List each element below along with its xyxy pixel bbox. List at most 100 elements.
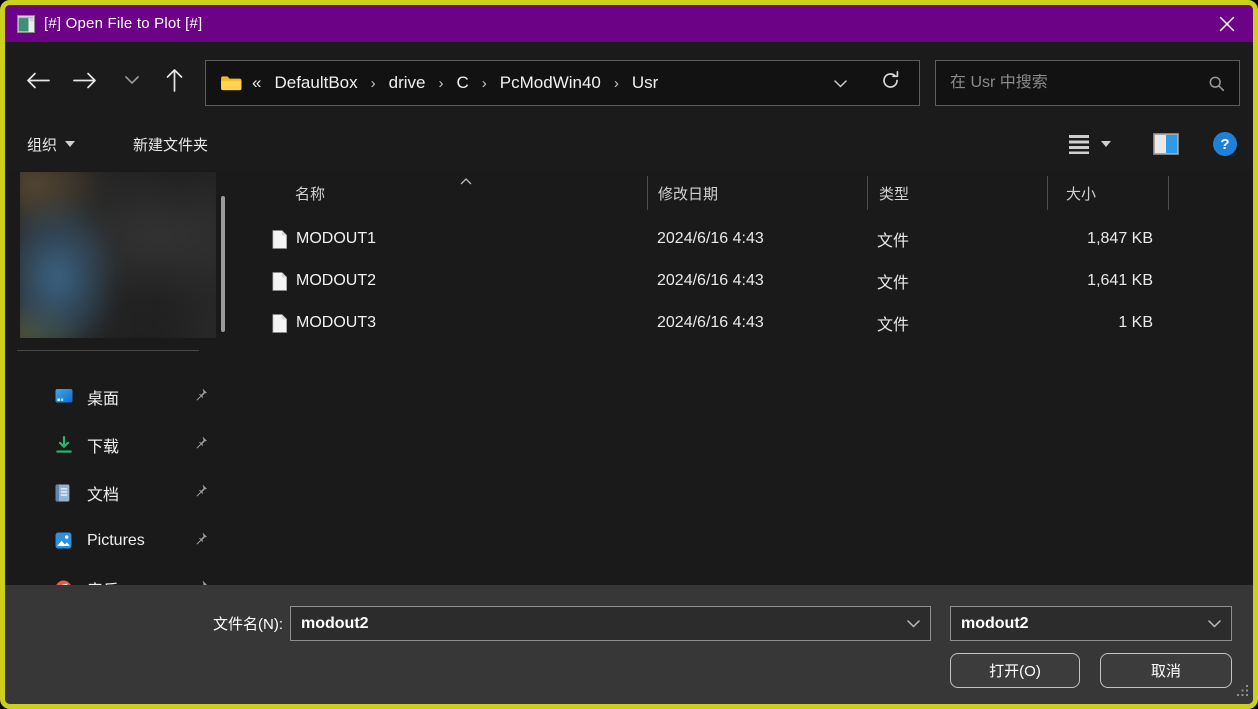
refresh-icon[interactable] xyxy=(880,70,901,96)
preview-thumbnail xyxy=(20,172,216,338)
column-header-size[interactable]: 大小 xyxy=(1048,170,1168,216)
help-glyph: ? xyxy=(1220,136,1229,153)
sidebar-item-label: 文档 xyxy=(87,481,238,505)
breadcrumb: « DefaultBox › drive › C › PcModWin40 › … xyxy=(252,71,905,95)
file-date: 2024/6/16 4:43 xyxy=(647,230,866,248)
file-list: 名称 修改日期 类型 大小 xyxy=(238,170,1253,585)
file-icon xyxy=(272,314,287,333)
file-date: 2024/6/16 4:43 xyxy=(647,272,866,290)
command-bar: 组织 新建文件夹 ? xyxy=(5,118,1253,170)
sidebar: 桌面 下载 xyxy=(5,170,238,585)
pin-icon[interactable] xyxy=(194,532,208,551)
breadcrumb-separator: › xyxy=(480,75,489,92)
folder-icon xyxy=(220,74,242,92)
sidebar-item-label: 音乐 xyxy=(87,577,238,585)
column-header-label: 类型 xyxy=(879,183,909,204)
preview-pane-icon xyxy=(1153,133,1179,155)
file-row-modout3[interactable]: MODOUT3 2024/6/16 4:43 文件 1 KB xyxy=(238,302,1253,344)
cancel-button-label: 取消 xyxy=(1151,660,1181,681)
breadcrumb-item-pcmodwin40[interactable]: PcModWin40 xyxy=(493,71,608,95)
navigation-bar: « DefaultBox › drive › C › PcModWin40 › … xyxy=(5,42,1253,118)
breadcrumb-item-drive[interactable]: drive xyxy=(382,71,433,95)
breadcrumb-separator: › xyxy=(612,75,621,92)
sidebar-item-pictures[interactable]: Pictures xyxy=(5,517,238,565)
file-size: 1 KB xyxy=(1045,314,1165,332)
search-icon[interactable] xyxy=(1208,75,1225,92)
sidebar-divider xyxy=(17,350,199,351)
app-icon xyxy=(17,15,35,33)
sidebar-item-label: 桌面 xyxy=(87,385,238,409)
sidebar-item-music[interactable]: 音乐 xyxy=(5,565,238,585)
filetype-combobox[interactable] xyxy=(950,606,1232,641)
desktop-icon xyxy=(55,388,73,406)
pictures-icon xyxy=(55,532,73,550)
document-icon xyxy=(55,484,73,502)
view-mode-button[interactable] xyxy=(1059,128,1119,160)
file-name: MODOUT3 xyxy=(296,314,376,332)
pin-icon[interactable] xyxy=(194,436,208,455)
pin-icon[interactable] xyxy=(194,388,208,407)
new-folder-label: 新建文件夹 xyxy=(133,134,208,155)
sidebar-items: 桌面 下载 xyxy=(5,373,238,585)
sidebar-scrollbar[interactable] xyxy=(221,196,225,332)
filename-label: 文件名(N): xyxy=(5,606,283,641)
sidebar-item-downloads[interactable]: 下载 xyxy=(5,421,238,469)
column-header-label: 修改日期 xyxy=(658,183,718,204)
open-button[interactable]: 打开(O) xyxy=(950,653,1080,688)
new-folder-button[interactable]: 新建文件夹 xyxy=(125,128,216,161)
file-type: 文件 xyxy=(866,269,1045,293)
breadcrumb-item-c[interactable]: C xyxy=(450,71,476,95)
organize-label: 组织 xyxy=(27,134,57,155)
breadcrumb-separator: › xyxy=(437,75,446,92)
file-size: 1,641 KB xyxy=(1045,272,1165,290)
organize-button[interactable]: 组织 xyxy=(19,128,83,161)
sidebar-item-documents[interactable]: 文档 xyxy=(5,469,238,517)
dialog-footer: 文件名(N): 打开(O) 取消 xyxy=(5,585,1253,704)
filetype-value[interactable] xyxy=(951,615,1198,633)
search-box xyxy=(935,60,1240,106)
chevron-down-icon[interactable] xyxy=(1198,620,1231,628)
recent-locations-chevron-icon[interactable] xyxy=(115,63,149,97)
open-button-label: 打开(O) xyxy=(989,660,1041,681)
file-rows: MODOUT1 2024/6/16 4:43 文件 1,847 KB MODOU… xyxy=(238,218,1253,344)
file-size: 1,847 KB xyxy=(1045,230,1165,248)
breadcrumb-item-defaultbox[interactable]: DefaultBox xyxy=(267,71,364,95)
breadcrumb-overflow[interactable]: « xyxy=(252,73,263,93)
window-title: [#] Open File to Plot [#] xyxy=(44,15,1204,32)
download-icon xyxy=(55,436,73,454)
column-header-type[interactable]: 类型 xyxy=(868,170,1047,216)
filename-input[interactable] xyxy=(291,615,897,633)
open-file-dialog: [#] Open File to Plot [#] « xyxy=(0,0,1258,709)
address-dropdown-chevron-icon[interactable] xyxy=(834,73,847,93)
column-header-name[interactable]: 名称 xyxy=(238,170,647,216)
help-icon[interactable]: ? xyxy=(1213,132,1237,156)
sidebar-item-desktop[interactable]: 桌面 xyxy=(5,373,238,421)
sidebar-item-label: 下载 xyxy=(87,433,238,457)
preview-pane-button[interactable] xyxy=(1145,127,1187,161)
file-row-modout2[interactable]: MODOUT2 2024/6/16 4:43 文件 1,641 KB xyxy=(238,260,1253,302)
column-header-date[interactable]: 修改日期 xyxy=(648,170,867,216)
search-input[interactable] xyxy=(950,74,1208,92)
back-icon[interactable] xyxy=(21,63,55,97)
column-headers: 名称 修改日期 类型 大小 xyxy=(238,170,1253,216)
file-icon xyxy=(272,272,287,291)
breadcrumb-separator: › xyxy=(369,75,378,92)
column-resize-handle[interactable] xyxy=(1168,176,1169,210)
column-header-label: 大小 xyxy=(1066,183,1096,204)
address-bar[interactable]: « DefaultBox › drive › C › PcModWin40 › … xyxy=(205,60,920,106)
file-type: 文件 xyxy=(866,227,1045,251)
details-view-icon xyxy=(1067,134,1091,154)
sidebar-item-label: Pictures xyxy=(87,532,238,550)
pin-icon[interactable] xyxy=(194,484,208,503)
breadcrumb-item-usr[interactable]: Usr xyxy=(625,71,665,95)
sort-ascending-icon xyxy=(460,172,472,189)
titlebar[interactable]: [#] Open File to Plot [#] xyxy=(5,5,1253,42)
close-icon[interactable] xyxy=(1213,11,1241,37)
file-date: 2024/6/16 4:43 xyxy=(647,314,866,332)
file-row-modout1[interactable]: MODOUT1 2024/6/16 4:43 文件 1,847 KB xyxy=(238,218,1253,260)
cancel-button[interactable]: 取消 xyxy=(1100,653,1232,688)
chevron-down-icon[interactable] xyxy=(897,620,930,628)
resize-grip[interactable] xyxy=(1236,684,1249,702)
up-icon[interactable] xyxy=(157,63,191,97)
forward-icon[interactable] xyxy=(68,63,102,97)
